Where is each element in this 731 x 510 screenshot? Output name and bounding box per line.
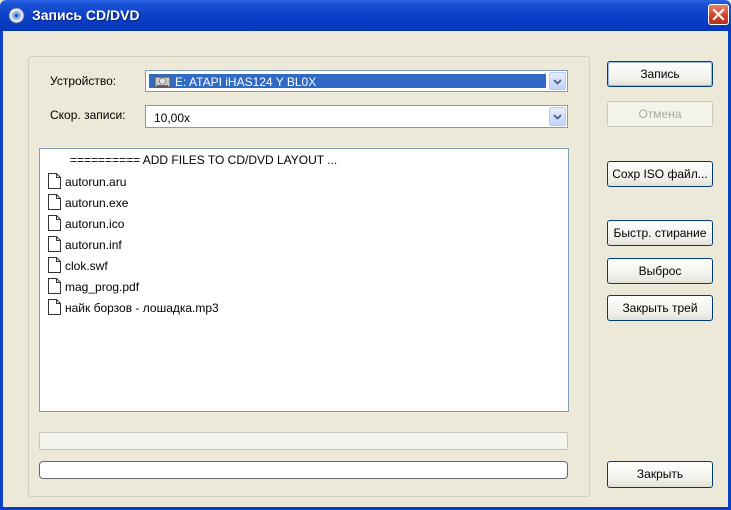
write-button[interactable]: Запись xyxy=(607,61,713,87)
close-icon xyxy=(712,8,725,21)
speed-select[interactable]: 10,00x xyxy=(145,105,568,128)
file-icon xyxy=(48,257,61,273)
file-name: autorun.exe xyxy=(65,196,129,210)
chevron-down-icon xyxy=(553,114,562,120)
file-name: autorun.ico xyxy=(65,217,125,231)
device-dropdown-button[interactable] xyxy=(549,72,566,90)
save-iso-button-label: Сохр ISO файл... xyxy=(612,167,708,181)
cancel-button-label: Отмена xyxy=(638,107,682,121)
file-icon xyxy=(48,173,61,189)
drive-icon xyxy=(154,74,172,92)
speed-label: Скор. записи: xyxy=(50,108,126,122)
window-title: Запись CD/DVD xyxy=(32,7,140,23)
file-name: mag_prog.pdf xyxy=(65,280,140,294)
speed-dropdown-button[interactable] xyxy=(549,107,566,126)
file-name: autorun.aru xyxy=(65,175,127,189)
speed-value: 10,00x xyxy=(154,111,191,125)
close-button-label: Закрыть xyxy=(636,467,684,481)
quick-erase-button[interactable]: Быстр. стирание xyxy=(607,220,713,246)
device-value: E: ATAPI iHAS124 Y BL0X xyxy=(175,75,317,89)
save-iso-button[interactable]: Сохр ISO файл... xyxy=(607,161,713,187)
write-button-label: Запись xyxy=(640,67,680,81)
device-label: Устройство: xyxy=(50,74,117,88)
file-list[interactable]: ========== ADD FILES TO CD/DVD LAYOUT ..… xyxy=(39,148,569,412)
file-icon xyxy=(48,194,61,210)
eject-button-label: Выброс xyxy=(638,264,682,278)
disc-icon xyxy=(8,7,25,24)
eject-button[interactable]: Выброс xyxy=(607,258,713,284)
file-name: найк борзов - лошадка.mp3 xyxy=(65,301,219,315)
file-name: clok.swf xyxy=(65,259,108,273)
file-progress-bar xyxy=(39,432,568,450)
file-icon xyxy=(48,215,61,231)
chevron-down-icon xyxy=(553,79,562,85)
close-window-button[interactable] xyxy=(708,4,729,25)
file-icon xyxy=(48,236,61,252)
close-tray-button[interactable]: Закрыть трей xyxy=(607,295,713,321)
quick-erase-button-label: Быстр. стирание xyxy=(613,226,707,240)
cancel-button[interactable]: Отмена xyxy=(607,101,713,127)
title-bar[interactable]: Запись CD/DVD xyxy=(0,0,731,31)
list-header: ========== ADD FILES TO CD/DVD LAYOUT ..… xyxy=(70,153,338,167)
close-button[interactable]: Закрыть xyxy=(607,461,713,488)
close-tray-button-label: Закрыть трей xyxy=(622,301,698,315)
total-progress-bar xyxy=(39,461,568,479)
file-icon xyxy=(48,299,61,315)
file-name: autorun.inf xyxy=(65,238,122,252)
device-select[interactable]: E: ATAPI iHAS124 Y BL0X xyxy=(145,70,568,92)
file-icon xyxy=(48,278,61,294)
